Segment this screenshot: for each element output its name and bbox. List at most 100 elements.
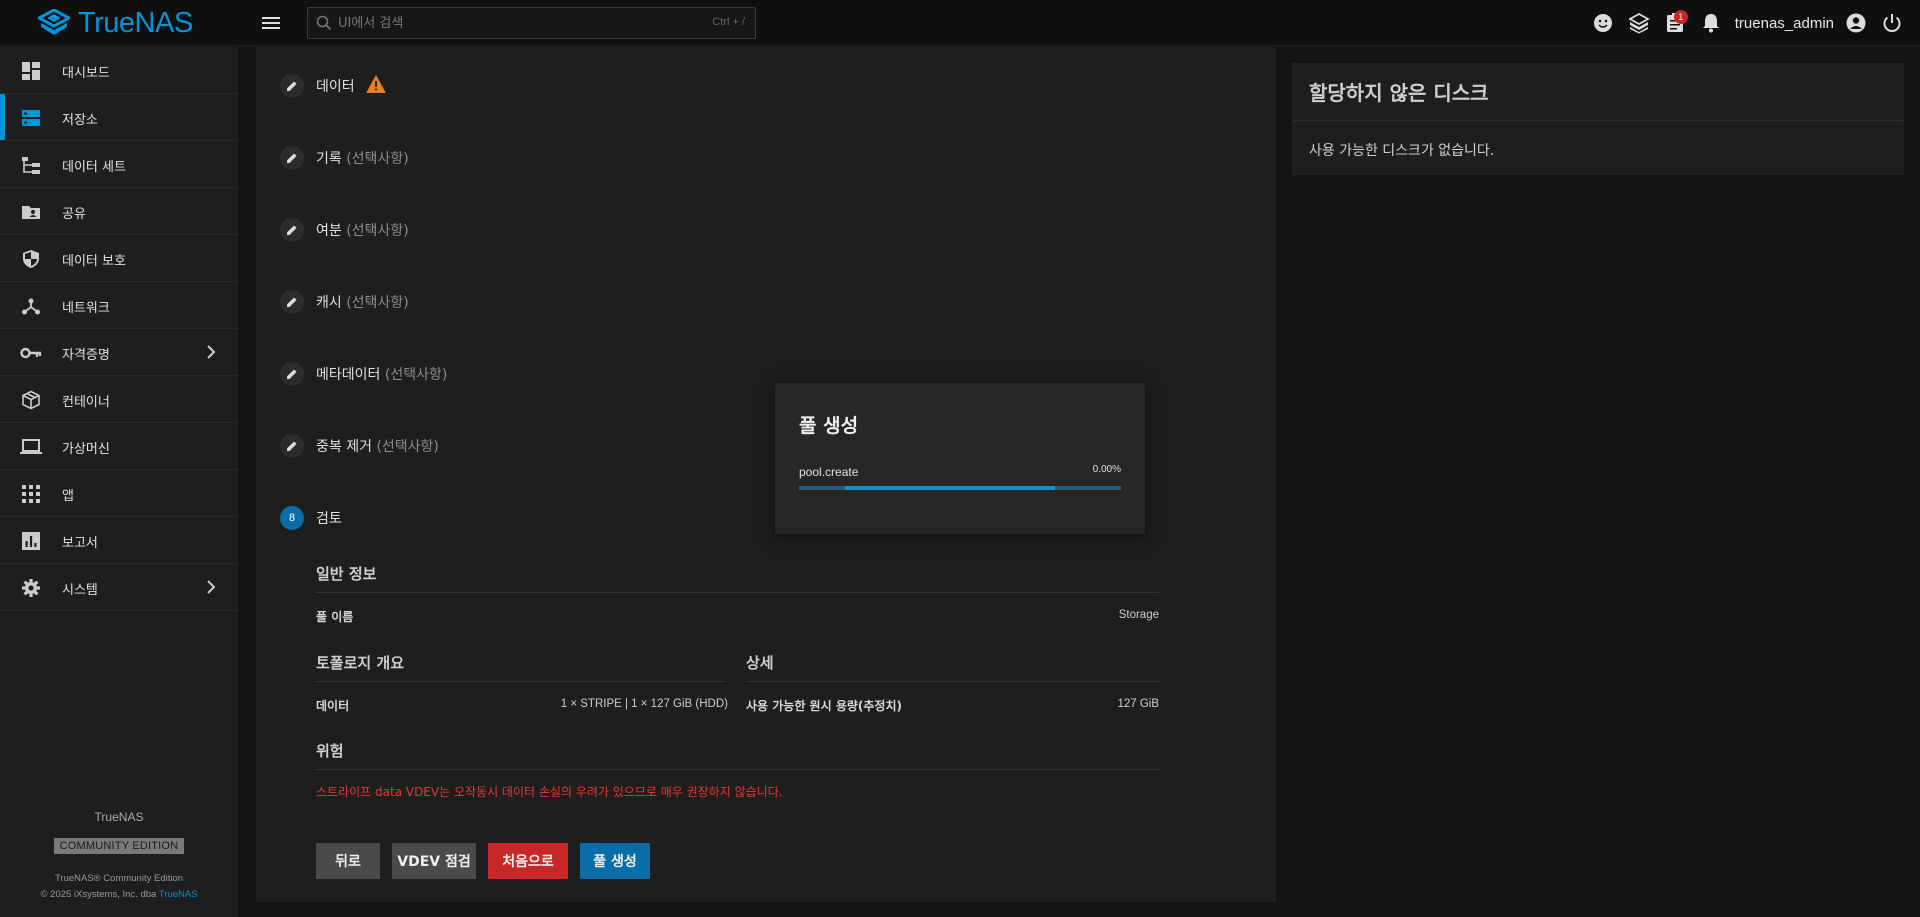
no-disks-message: 사용 가능한 디스크가 없습니다.: [1309, 143, 1495, 159]
edit-icon: [280, 290, 304, 314]
sidebar-item-apps[interactable]: 앱: [0, 470, 238, 517]
account-icon[interactable]: [1838, 5, 1874, 41]
truecommand-icon[interactable]: [1621, 5, 1657, 41]
dashboard-icon: [20, 60, 42, 82]
edit-icon: [280, 362, 304, 386]
copyright-line: TrueNAS® Community Edition: [54, 873, 184, 884]
notifications-icon[interactable]: [1693, 5, 1729, 41]
data-protection-icon: [20, 248, 42, 270]
create-pool-button[interactable]: 풀 생성: [580, 843, 650, 879]
general-info-title: 일반 정보: [316, 565, 377, 583]
brand-name: TrueNAS: [78, 6, 193, 39]
jobs-icon[interactable]: 1: [1657, 5, 1693, 41]
data-label: 데이터: [316, 699, 350, 713]
search-icon: [316, 14, 332, 36]
sidebar-item-label: 자격증명: [62, 348, 110, 363]
step-label: 검토: [316, 511, 342, 527]
pool-name-value: Storage: [1118, 609, 1159, 621]
job-progress-dialog: 풀 생성 pool.create 0.00%: [775, 383, 1145, 534]
edit-icon: [280, 434, 304, 458]
unassigned-disks-title: 할당하지 않은 디스크: [1309, 81, 1489, 105]
apps-grid-icon: [20, 483, 42, 505]
chevron-right-icon: [204, 343, 218, 365]
key-icon: [20, 342, 42, 364]
dialog-title: 풀 생성: [799, 415, 859, 437]
laptop-icon: [20, 436, 42, 458]
sidebar-item-label: 데이터 세트: [62, 160, 126, 175]
progress-bar-indeterminate: [845, 486, 1055, 490]
global-search[interactable]: Ctrl + /: [307, 7, 756, 39]
raw-capacity-label: 사용 가능한 원시 용량(추정치): [746, 699, 902, 713]
divider: [316, 769, 1159, 770]
sidebar-item-label: 공유: [62, 207, 86, 222]
step-cache[interactable]: 캐시 (선택사항): [280, 287, 409, 317]
sidebar-item-credentials[interactable]: 자격증명: [0, 329, 238, 376]
containers-icon: [20, 389, 42, 411]
shares-icon: [20, 201, 42, 223]
step-label: 중복 제거 (선택사항): [316, 439, 439, 455]
search-shortcut-hint: Ctrl + /: [712, 16, 745, 28]
topology-title: 토폴로지 개요: [316, 654, 405, 672]
sidebar-item-label: 시스템: [62, 583, 98, 598]
details-title: 상세: [746, 654, 774, 672]
sidebar-item-datasets[interactable]: 데이터 세트: [0, 141, 238, 188]
sidebar-item-system[interactable]: 시스템: [0, 564, 238, 611]
divider: [316, 592, 1159, 593]
step-dedup[interactable]: 중복 제거 (선택사항): [280, 431, 439, 461]
step-label: 기록 (선택사항): [316, 151, 409, 167]
sidebar-item-label: 네트워크: [62, 301, 110, 316]
inspect-vdevs-button[interactable]: VDEV 점검: [392, 843, 476, 879]
sidebar-item-shares[interactable]: 공유: [0, 188, 238, 235]
job-percent: 0.00%: [1092, 464, 1121, 475]
sidebar-item-label: 앱: [62, 489, 74, 504]
search-input[interactable]: [338, 8, 668, 38]
network-icon: [20, 295, 42, 317]
divider: [746, 681, 1159, 682]
step-review[interactable]: 8 검토: [280, 503, 342, 533]
sidebar-item-containers[interactable]: 컨테이너: [0, 376, 238, 423]
stripe-warning-text: 스트라이프 data VDEV는 오작동시 데이터 손실의 우려가 있으므로 매…: [316, 785, 783, 799]
step-log[interactable]: 기록 (선택사항): [280, 143, 409, 173]
top-bar: TrueNAS Ctrl + / 1 truenas_admin: [0, 0, 1920, 46]
step-number: 8: [280, 506, 304, 530]
sidebar-item-label: 가상머신: [62, 442, 110, 457]
edition-badge: COMMUNITY EDITION: [54, 838, 184, 854]
sidebar-item-data-protection[interactable]: 데이터 보호: [0, 235, 238, 282]
sidebar-item-virtual-machines[interactable]: 가상머신: [0, 423, 238, 470]
sidebar-item-label: 보고서: [62, 536, 98, 551]
edit-icon: [280, 146, 304, 170]
sidebar-item-label: 대시보드: [62, 66, 110, 81]
sidebar-item-network[interactable]: 네트워크: [0, 282, 238, 329]
step-label: 데이터: [316, 79, 355, 95]
job-method: pool.create: [799, 465, 859, 479]
sidebar-item-dashboard[interactable]: 대시보드: [0, 47, 238, 94]
storage-icon: [20, 107, 42, 129]
unassigned-disks-panel: 할당하지 않은 디스크 사용 가능한 디스크가 없습니다.: [1292, 63, 1905, 175]
reports-icon: [20, 530, 42, 552]
power-icon[interactable]: [1874, 5, 1910, 41]
copyright-line: © 2025 iXsystems, Inc. dba TrueNAS: [0, 889, 238, 900]
gear-icon: [20, 577, 42, 599]
sidebar-item-storage[interactable]: 저장소: [0, 94, 238, 141]
danger-title: 위험: [316, 742, 344, 760]
divider: [316, 681, 726, 682]
divider: [1293, 120, 1905, 121]
sidebar-item-label: 데이터 보호: [62, 254, 126, 269]
pool-name-label: 풀 이름: [316, 610, 354, 624]
sidebar-item-reports[interactable]: 보고서: [0, 517, 238, 564]
sidebar-item-label: 컨테이너: [62, 395, 110, 410]
truenas-link[interactable]: TrueNAS: [159, 889, 198, 900]
chevron-right-icon: [204, 578, 218, 600]
truenas-logo[interactable]: TrueNAS: [38, 6, 193, 39]
sidebar-item-label: 저장소: [62, 113, 98, 128]
footer-product-name: TrueNAS: [94, 810, 144, 824]
username[interactable]: truenas_admin: [1735, 15, 1834, 32]
step-spare[interactable]: 여분 (선택사항): [280, 215, 409, 245]
progress-bar-track: [799, 486, 1121, 490]
menu-toggle-icon[interactable]: [260, 12, 282, 34]
step-metadata[interactable]: 메타데이터 (선택사항): [280, 359, 447, 389]
start-over-button[interactable]: 처음으로: [488, 843, 568, 879]
back-button[interactable]: 뒤로: [316, 843, 380, 879]
feedback-icon[interactable]: [1585, 5, 1621, 41]
step-data[interactable]: 데이터: [280, 71, 387, 101]
